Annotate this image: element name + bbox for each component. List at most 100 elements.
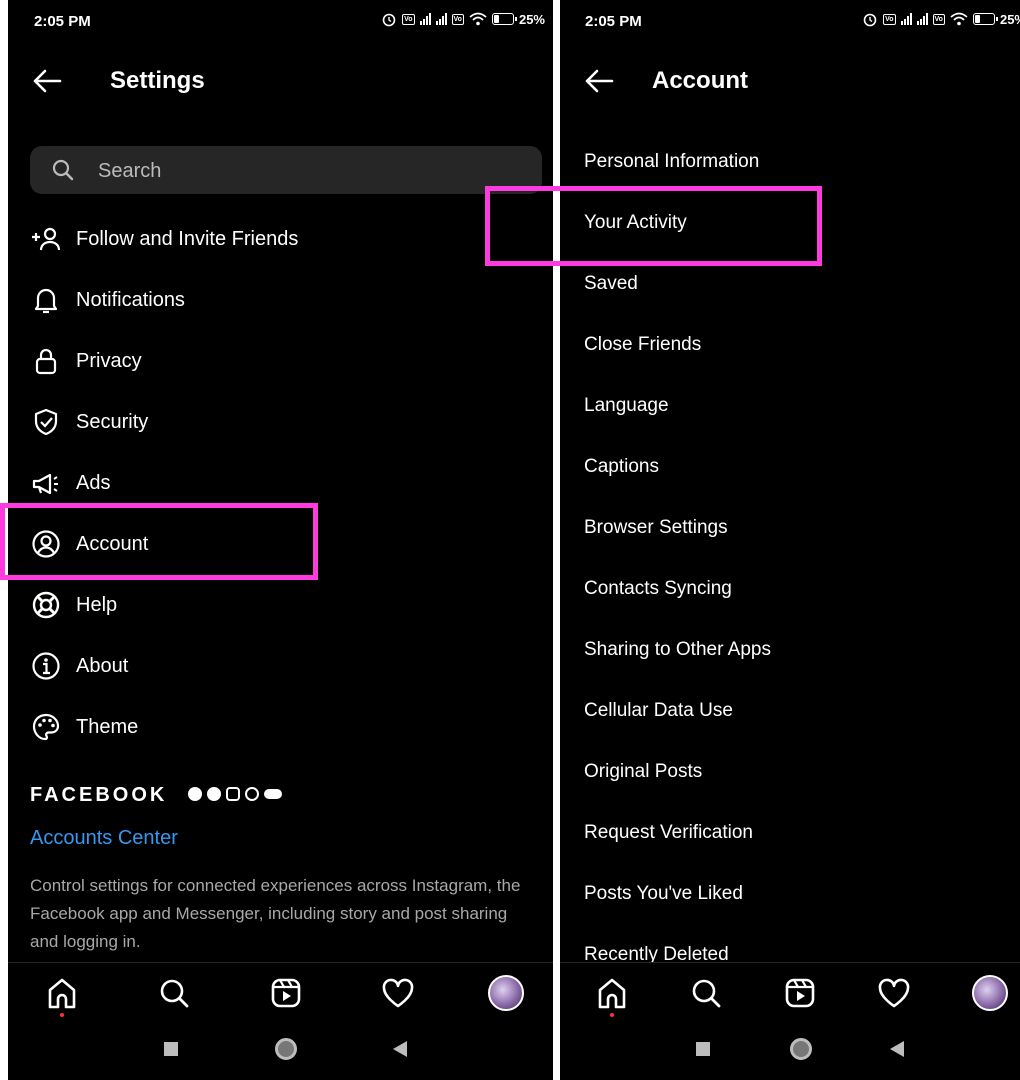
account-item-saved[interactable]: Saved xyxy=(584,269,638,299)
lifebuoy-icon xyxy=(32,591,60,619)
search-icon xyxy=(692,979,721,1008)
notification-dot xyxy=(610,1013,614,1017)
account-item-close-friends[interactable]: Close Friends xyxy=(584,330,701,360)
back-button[interactable] xyxy=(393,1041,407,1057)
alarm-icon xyxy=(863,13,877,27)
nav-activity[interactable] xyxy=(378,973,418,1013)
home-button[interactable] xyxy=(275,1038,297,1060)
menu-item-label: Help xyxy=(76,594,118,616)
bottom-nav xyxy=(560,962,1020,1023)
whatsapp-icon xyxy=(245,787,259,801)
search-icon xyxy=(52,159,74,181)
account-item-cellular-data-use[interactable]: Cellular Data Use xyxy=(584,696,733,726)
back-arrow-icon[interactable] xyxy=(582,64,616,98)
wifi-icon xyxy=(469,12,487,26)
menu-item-theme[interactable]: Theme xyxy=(30,705,530,749)
signal-icon xyxy=(435,13,447,25)
search-input[interactable]: Search xyxy=(30,146,542,194)
recents-button[interactable] xyxy=(696,1042,710,1056)
account-item-posts-youve-liked[interactable]: Posts You've Liked xyxy=(584,879,743,909)
info-icon xyxy=(32,652,60,680)
account-item-personal-information[interactable]: Personal Information xyxy=(584,147,759,177)
status-time: 2:05 PM xyxy=(585,13,642,30)
account-item-captions[interactable]: Captions xyxy=(584,452,659,482)
instagram-icon xyxy=(226,787,240,801)
bell-icon xyxy=(34,288,58,314)
signal-icon xyxy=(419,13,431,25)
add-person-icon xyxy=(32,227,61,251)
nav-search[interactable] xyxy=(154,973,194,1013)
account-item-original-posts[interactable]: Original Posts xyxy=(584,757,702,787)
back-arrow-icon[interactable] xyxy=(30,64,64,98)
palette-icon xyxy=(32,713,60,741)
nav-reels[interactable] xyxy=(780,973,820,1013)
nav-activity[interactable] xyxy=(874,973,914,1013)
user-circle-icon xyxy=(32,530,60,558)
header: Settings xyxy=(8,58,553,102)
lock-icon xyxy=(35,348,57,375)
page-title: Settings xyxy=(110,67,205,94)
bottom-nav xyxy=(8,962,553,1023)
signal-icon xyxy=(900,13,912,25)
menu-item-account[interactable]: Account xyxy=(30,522,530,566)
menu-item-label: About xyxy=(76,655,129,677)
battery-level: 25% xyxy=(999,11,1020,27)
menu-item-label: Account xyxy=(76,533,149,555)
status-icons: Vo Vo 25% xyxy=(862,11,1020,27)
account-item-your-activity[interactable]: Your Activity xyxy=(584,208,687,238)
menu-item-label: Notifications xyxy=(76,289,185,311)
reels-icon xyxy=(271,978,301,1008)
accounts-center-link[interactable]: Accounts Center xyxy=(30,827,178,850)
account-item-contacts-syncing[interactable]: Contacts Syncing xyxy=(584,574,732,604)
vowifi-icon: Vo xyxy=(451,13,464,25)
messenger-icon xyxy=(207,787,221,801)
wifi-icon xyxy=(950,12,968,26)
facebook-icon xyxy=(188,787,202,801)
menu-item-privacy[interactable]: Privacy xyxy=(30,339,530,383)
status-bar: 2:05 PM Vo Vo 25% xyxy=(560,0,1020,46)
nav-home[interactable] xyxy=(42,973,82,1017)
reels-icon xyxy=(785,978,815,1008)
portal-icon xyxy=(264,789,282,799)
menu-item-notifications[interactable]: Notifications xyxy=(30,278,530,322)
search-icon xyxy=(160,979,189,1008)
menu-item-follow-invite[interactable]: Follow and Invite Friends xyxy=(30,217,530,261)
nav-profile-avatar[interactable] xyxy=(972,975,1008,1011)
vowifi-icon: Vo xyxy=(932,13,945,25)
account-screen: 2:05 PM Vo Vo 25% Account Personal Infor… xyxy=(560,0,1020,1080)
volte-icon: Vo xyxy=(402,13,415,25)
shield-icon xyxy=(34,408,58,436)
heart-icon xyxy=(878,978,910,1008)
menu-item-label: Theme xyxy=(76,716,139,738)
facebook-section-title: FACEBOOK xyxy=(30,784,168,806)
system-nav-bar xyxy=(8,1024,553,1080)
menu-item-about[interactable]: About xyxy=(30,644,530,688)
menu-item-label: Ads xyxy=(76,472,111,494)
home-icon xyxy=(598,978,626,1009)
home-icon xyxy=(48,978,76,1009)
menu-item-label: Follow and Invite Friends xyxy=(76,228,299,250)
back-button[interactable] xyxy=(890,1041,904,1057)
nav-reels[interactable] xyxy=(266,973,306,1013)
account-item-browser-settings[interactable]: Browser Settings xyxy=(584,513,728,543)
nav-home[interactable] xyxy=(592,973,632,1017)
status-bar: 2:05 PM Vo Vo 25% xyxy=(8,0,553,46)
nav-profile-avatar[interactable] xyxy=(488,975,524,1011)
home-button[interactable] xyxy=(790,1038,812,1060)
account-item-language[interactable]: Language xyxy=(584,391,669,421)
menu-item-label: Security xyxy=(76,411,149,433)
nav-search[interactable] xyxy=(686,973,726,1013)
account-item-request-verification[interactable]: Request Verification xyxy=(584,818,753,848)
menu-item-security[interactable]: Security xyxy=(30,400,530,444)
menu-item-ads[interactable]: Ads xyxy=(30,461,530,505)
menu-item-help[interactable]: Help xyxy=(30,583,530,627)
account-item-sharing-to-other-apps[interactable]: Sharing to Other Apps xyxy=(584,635,771,665)
system-nav-bar xyxy=(560,1024,1020,1080)
accounts-center-description: Control settings for connected experienc… xyxy=(30,876,521,951)
battery-icon xyxy=(491,13,517,25)
signal-icon xyxy=(916,13,928,25)
recents-button[interactable] xyxy=(164,1042,178,1056)
battery-level: 25% xyxy=(518,11,545,27)
battery-icon xyxy=(972,13,998,25)
megaphone-icon xyxy=(32,473,58,495)
